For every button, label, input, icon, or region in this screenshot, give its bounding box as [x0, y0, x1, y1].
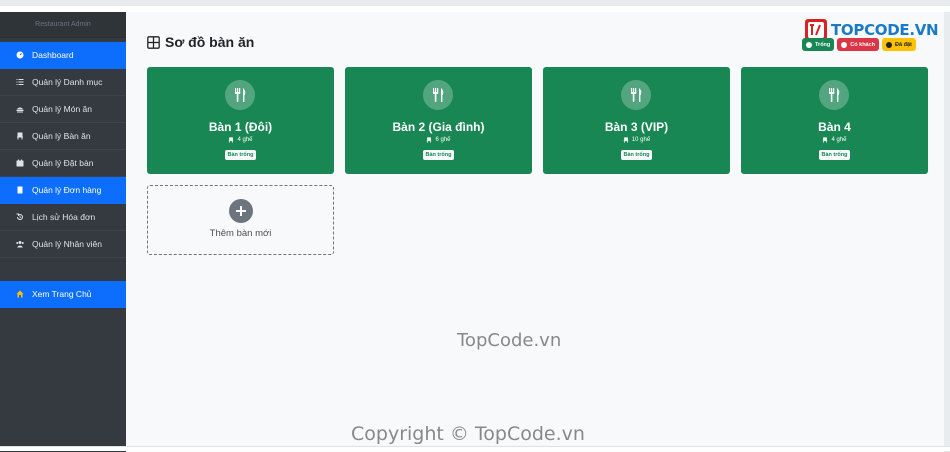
sidebar-item-label: Dashboard — [32, 50, 74, 60]
history-icon — [14, 213, 26, 221]
sidebar-item-invoice-history[interactable]: Lịch sử Hóa đơn — [0, 204, 126, 231]
calendar-icon — [14, 159, 26, 167]
topcode-logo-text: TOPCODE.VN — [831, 21, 939, 39]
status-legend: Trống Có khách Đã đặt — [802, 38, 916, 51]
table-name: Bàn 4 — [818, 120, 851, 134]
legend-empty-badge: Trống — [802, 38, 835, 51]
table-name: Bàn 1 (Đôi) — [208, 120, 273, 134]
sidebar-item-label: Quản lý Bàn ăn — [32, 131, 91, 141]
watermark-center: TopCode.vn — [457, 330, 562, 351]
chair-icon — [823, 137, 828, 143]
table-seats: 4 ghế — [147, 137, 334, 143]
empty-status-icon — [806, 41, 812, 48]
dashboard-icon — [14, 51, 26, 59]
utensils-icon — [621, 80, 651, 110]
watermark-copyright: Copyright © TopCode.vn — [351, 423, 585, 445]
add-table-label: Thêm bàn mới — [209, 228, 272, 239]
table-name: Bàn 2 (Gia đình) — [392, 120, 485, 134]
user-icon — [841, 41, 848, 48]
table-card[interactable]: Bàn 4 4 ghế Bàn trống — [741, 67, 928, 174]
home-icon — [14, 290, 26, 298]
table-card[interactable]: Bàn 2 (Gia đình) 6 ghế Bàn trống — [345, 67, 532, 174]
table-status-badge: Bàn trống — [620, 150, 653, 160]
sidebar-item-label: Quản lý Danh mục — [32, 77, 103, 87]
sidebar-item-label: Quản lý Đơn hàng — [32, 185, 102, 195]
page-title: Sơ đồ bàn ăn — [147, 34, 254, 50]
legend-reserved-label: Đã đặt — [895, 41, 912, 48]
sidebar-item-tables[interactable]: Quản lý Bàn ăn — [0, 123, 126, 150]
table-seats: 6 ghế — [345, 137, 532, 143]
table-status-badge: Bàn trống — [224, 150, 257, 160]
order-icon — [14, 186, 26, 194]
table-seats: 10 ghế — [543, 137, 730, 143]
add-table-button[interactable]: Thêm bàn mới — [147, 185, 334, 255]
view-homepage-link[interactable]: Xem Trang Chủ — [0, 281, 126, 308]
sidebar-item-orders[interactable]: Quản lý Đơn hàng — [0, 177, 126, 204]
utensils-icon — [225, 80, 255, 110]
table-status-badge: Bàn trống — [422, 150, 455, 160]
sidebar-item-categories[interactable]: Quản lý Danh mục — [0, 69, 126, 96]
window-right-edge — [944, 12, 950, 452]
legend-empty-label: Trống — [815, 41, 831, 48]
sidebar-item-reservations[interactable]: Quản lý Đặt bàn — [0, 150, 126, 177]
table-seats: 4 ghế — [741, 137, 928, 143]
chair-icon — [623, 137, 629, 143]
food-icon — [14, 105, 26, 113]
page-title-text: Sơ đồ bàn ăn — [165, 34, 255, 50]
table-card[interactable]: Bàn 1 (Đôi) 4 ghế Bàn trống — [147, 67, 334, 174]
table-status-badge: Bàn trống — [818, 150, 851, 160]
utensils-icon — [423, 80, 453, 110]
table-seats-text: 6 ghế — [435, 137, 451, 143]
sidebar-item-label: Quản lý Đặt bàn — [32, 158, 94, 168]
chair-icon — [14, 132, 26, 140]
sidebar-item-dishes[interactable]: Quản lý Món ăn — [0, 96, 126, 123]
chair-icon — [229, 137, 234, 143]
legend-occupied-badge: Có khách — [837, 38, 880, 51]
table-seats-text: 4 ghế — [831, 137, 847, 143]
sidebar-item-dashboard[interactable]: Dashboard — [0, 42, 126, 69]
table-card[interactable]: Bàn 3 (VIP) 10 ghế Bàn trống — [543, 67, 730, 174]
sidebar-item-staff[interactable]: Quản lý Nhân viên — [0, 231, 126, 258]
legend-reserved-badge: Đã đặt — [882, 38, 916, 51]
clock-icon — [886, 41, 893, 48]
sidebar-item-label: Quản lý Món ăn — [32, 104, 93, 114]
users-icon — [14, 240, 26, 248]
sidebar: Restaurant Admin Dashboard Quản lý Danh … — [0, 12, 126, 452]
sidebar-item-label: Lịch sử Hóa đơn — [32, 212, 96, 222]
list-icon — [14, 78, 26, 86]
table-seats-text: 4 ghế — [237, 137, 253, 143]
chair-icon — [427, 137, 432, 143]
main-content: Sơ đồ bàn ăn TOPCODE.VN Trống Có khách Đ… — [126, 12, 944, 452]
table-grid-icon — [147, 35, 160, 49]
window-bottom-edge — [0, 446, 950, 451]
sidebar-brand: Restaurant Admin — [0, 12, 126, 38]
sidebar-item-label: Quản lý Nhân viên — [32, 239, 102, 249]
table-name: Bàn 3 (VIP) — [604, 120, 669, 134]
table-seats-text: 10 ghế — [631, 137, 651, 143]
utensils-icon — [819, 80, 849, 110]
app-frame: Restaurant Admin Dashboard Quản lý Danh … — [0, 0, 950, 452]
plus-icon — [229, 199, 253, 223]
sidebar-menu: Dashboard Quản lý Danh mục Quản lý Món ă… — [0, 42, 126, 308]
sidebar-item-label: Xem Trang Chủ — [32, 289, 92, 299]
legend-occupied-label: Có khách — [850, 41, 876, 48]
